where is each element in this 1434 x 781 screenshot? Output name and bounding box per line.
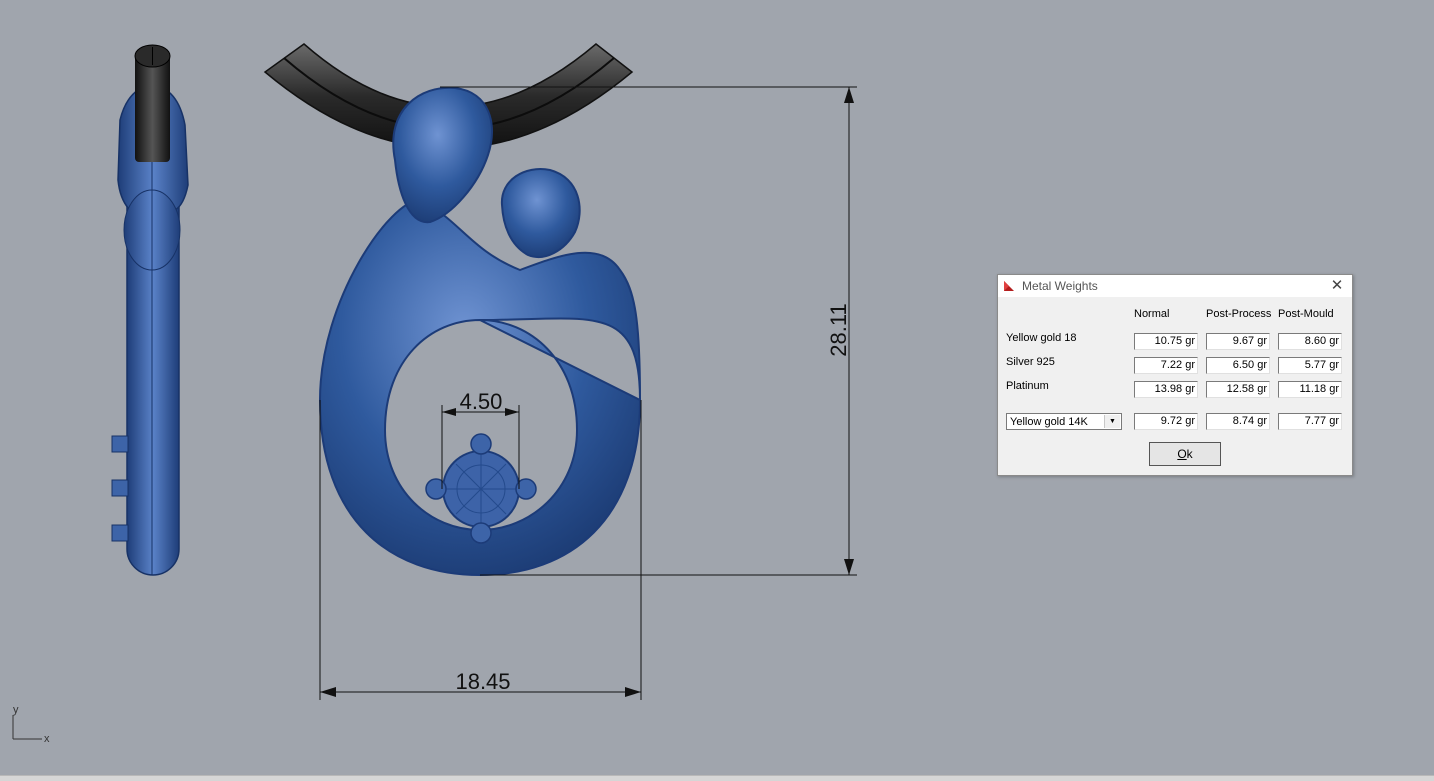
value-field[interactable]: 6.50 gr <box>1206 357 1270 374</box>
value-field[interactable]: 13.98 gr <box>1134 381 1198 398</box>
close-icon[interactable]: ✕ <box>1326 277 1348 295</box>
ok-label-rest: k <box>1186 447 1193 461</box>
column-header-normal: Normal <box>1134 308 1170 320</box>
column-header-post-mould: Post-Mould <box>1278 308 1334 320</box>
metal-select-value: Yellow gold 14K <box>1010 416 1088 428</box>
row-label-yellow-gold-18: Yellow gold 18 <box>1006 332 1077 344</box>
axis-x-label: x <box>44 733 50 745</box>
status-strip <box>0 775 1434 781</box>
app-icon <box>1004 281 1014 291</box>
value-field[interactable]: 7.22 gr <box>1134 357 1198 374</box>
side-view <box>111 44 189 576</box>
metal-weights-dialog: Metal Weights ✕ Normal Post-Process Post… <box>997 274 1353 476</box>
value-field[interactable]: 8.60 gr <box>1278 333 1342 350</box>
dialog-title: Metal Weights <box>1022 279 1098 293</box>
row-label-silver-925: Silver 925 <box>1006 356 1055 368</box>
dimension-width-label: 18.45 <box>455 669 510 694</box>
dimension-stone-label: 4.50 <box>460 389 503 414</box>
ok-mnemonic: O <box>1177 447 1187 461</box>
value-field[interactable]: 10.75 gr <box>1134 333 1198 350</box>
row-label-platinum: Platinum <box>1006 380 1049 392</box>
value-field[interactable]: 5.77 gr <box>1278 357 1342 374</box>
value-field[interactable]: 7.77 gr <box>1278 413 1342 430</box>
dimension-height-label: 28.11 <box>826 303 851 356</box>
value-field[interactable]: 11.18 gr <box>1278 381 1342 398</box>
value-field[interactable]: 8.74 gr <box>1206 413 1270 430</box>
column-header-post-process: Post-Process <box>1206 308 1272 320</box>
axis-gizmo <box>12 715 42 740</box>
metal-select[interactable]: Yellow gold 14K ▼ <box>1006 413 1122 430</box>
value-field[interactable]: 12.58 gr <box>1206 381 1270 398</box>
pendant-front-view <box>318 86 642 577</box>
value-field[interactable]: 9.72 gr <box>1134 413 1198 430</box>
chevron-down-icon[interactable]: ▼ <box>1104 415 1120 428</box>
axis-y-label: y <box>13 704 19 716</box>
ok-button[interactable]: Ok <box>1149 442 1221 466</box>
value-field[interactable]: 9.67 gr <box>1206 333 1270 350</box>
dialog-titlebar[interactable]: Metal Weights ✕ <box>998 275 1352 297</box>
